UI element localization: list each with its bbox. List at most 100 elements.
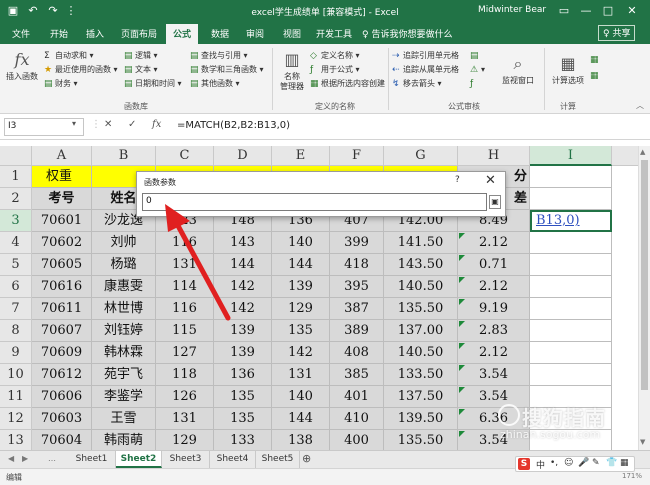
scroll-thumb[interactable] [641,160,648,390]
more-sheets-icon[interactable]: … [48,454,56,463]
cell-e5[interactable]: 144 [272,254,330,276]
name-manager-button[interactable]: ▥ 名称 管理器 [276,50,308,92]
undo-icon[interactable]: ↶ [26,4,40,18]
sheet-tab-sheet5[interactable]: Sheet5 [256,451,300,468]
sheet-tab-sheet1[interactable]: Sheet1 [68,451,116,468]
cell-a11[interactable]: 70606 [32,386,92,408]
close-window-icon[interactable]: ✕ [624,3,640,19]
sheet-tab-sheet3[interactable]: Sheet3 [162,451,210,468]
show-formulas-button[interactable]: ▤ [470,50,481,62]
tab-view[interactable]: 视图 [283,27,301,40]
logical-button[interactable]: ▤ 逻辑 ▾ [124,50,158,62]
cell-b6[interactable]: 康惠雯 [92,276,156,298]
cell-a8[interactable]: 70607 [32,320,92,342]
scroll-up-icon[interactable]: ▲ [640,148,645,156]
cell-f13[interactable]: 400 [330,430,384,450]
tab-home[interactable]: 开始 [50,27,68,40]
row-header-6[interactable]: 6 [0,276,32,298]
cell-h4[interactable]: 2.12 [458,232,530,254]
cell-i10[interactable] [530,364,612,386]
collapse-ribbon-icon[interactable]: ︿ [636,100,644,111]
other-functions-button[interactable]: ▤ 其他函数 ▾ [190,78,240,90]
cell-b9[interactable]: 韩林霖 [92,342,156,364]
cell-g4[interactable]: 141.50 [384,232,458,254]
cell-b7[interactable]: 林世博 [92,298,156,320]
cell-i5[interactable] [530,254,612,276]
cell-e6[interactable]: 139 [272,276,330,298]
row-header-12[interactable]: 12 [0,408,32,430]
cell-d6[interactable]: 142 [214,276,272,298]
create-from-selection-button[interactable]: ▦ 根据所选内容创建 [310,78,385,90]
column-header-g[interactable]: G [384,146,458,166]
cell-a10[interactable]: 70612 [32,364,92,386]
ribbon-options-icon[interactable]: ▭ [556,3,572,19]
row-header-1[interactable]: 1 [0,166,32,188]
column-header-f[interactable]: F [330,146,384,166]
help-button[interactable]: ? [455,175,460,185]
cell-c10[interactable]: 118 [156,364,214,386]
cell-a2[interactable]: 考号 [32,188,92,210]
argument-input[interactable]: 0 [142,193,487,211]
redo-icon[interactable]: ↷ [46,4,60,18]
cell-e9[interactable]: 142 [272,342,330,364]
cell-g12[interactable]: 139.50 [384,408,458,430]
customize-icon[interactable]: ⋮ [64,4,78,18]
use-in-formula-button[interactable]: ƒ 用于公式 ▾ [310,64,360,76]
cancel-icon[interactable]: ✕ [104,119,112,130]
cell-d5[interactable]: 144 [214,254,272,276]
tab-insert[interactable]: 插入 [86,27,104,40]
cell-b11[interactable]: 李鉴学 [92,386,156,408]
cell-e12[interactable]: 144 [272,408,330,430]
row-header-5[interactable]: 5 [0,254,32,276]
row-header-10[interactable]: 10 [0,364,32,386]
evaluate-formula-button[interactable]: ƒ [470,78,481,90]
row-header-4[interactable]: 4 [0,232,32,254]
row-header-8[interactable]: 8 [0,320,32,342]
cell-f11[interactable]: 401 [330,386,384,408]
math-button[interactable]: ▤ 数学和三角函数 ▾ [190,64,264,76]
column-header-h[interactable]: H [458,146,530,166]
cell-a3[interactable]: 70601 [32,210,92,232]
cell-h8[interactable]: 2.83 [458,320,530,342]
cell-e7[interactable]: 129 [272,298,330,320]
cell-b10[interactable]: 苑宇飞 [92,364,156,386]
select-all-corner[interactable] [0,146,32,166]
financial-button[interactable]: ▤ 财务 ▾ [44,78,78,90]
cell-f8[interactable]: 389 [330,320,384,342]
calculation-options-button[interactable]: ▦ 计算选项 [550,54,586,86]
cell-i1[interactable] [530,166,612,188]
cell-e4[interactable]: 140 [272,232,330,254]
cell-f4[interactable]: 399 [330,232,384,254]
tell-me-search[interactable]: ♀ 告诉我你想要做什么 [362,27,452,40]
user-name[interactable]: Midwinter Bear [478,5,546,15]
sheet-tab-sheet4[interactable]: Sheet4 [210,451,256,468]
cell-f10[interactable]: 385 [330,364,384,386]
cell-c7[interactable]: 116 [156,298,214,320]
column-header-e[interactable]: E [272,146,330,166]
tab-review[interactable]: 审阅 [246,27,264,40]
row-header-3[interactable]: 3 [0,210,32,232]
formula-input[interactable]: =MATCH(B2,B2:B13,0) [174,118,642,136]
cell-c4[interactable]: 116 [156,232,214,254]
cell-a9[interactable]: 70609 [32,342,92,364]
insert-function-button[interactable]: fx 插入函数 [4,50,40,82]
tab-formulas[interactable]: 公式 [166,24,199,44]
cell-d7[interactable]: 142 [214,298,272,320]
cell-d11[interactable]: 135 [214,386,272,408]
define-name-button[interactable]: ◇ 定义名称 ▾ [310,50,360,62]
dialog-close-button[interactable]: ✕ [485,173,496,188]
remove-arrows-button[interactable]: ↯ 移去箭头 ▾ [392,78,442,90]
cell-i2[interactable] [530,188,612,210]
column-header-c[interactable]: C [156,146,214,166]
fx-icon[interactable]: fx [152,119,161,130]
zoom-level[interactable]: 171% [622,472,642,480]
column-header-d[interactable]: D [214,146,272,166]
cell-i4[interactable] [530,232,612,254]
cell-i3-active[interactable]: B13,0) [530,210,612,232]
cell-c13[interactable]: 129 [156,430,214,450]
cell-g10[interactable]: 133.50 [384,364,458,386]
tab-developer[interactable]: 开发工具 [316,27,352,40]
cell-e13[interactable]: 138 [272,430,330,450]
cell-b5[interactable]: 杨璐 [92,254,156,276]
cell-h10[interactable]: 3.54 [458,364,530,386]
